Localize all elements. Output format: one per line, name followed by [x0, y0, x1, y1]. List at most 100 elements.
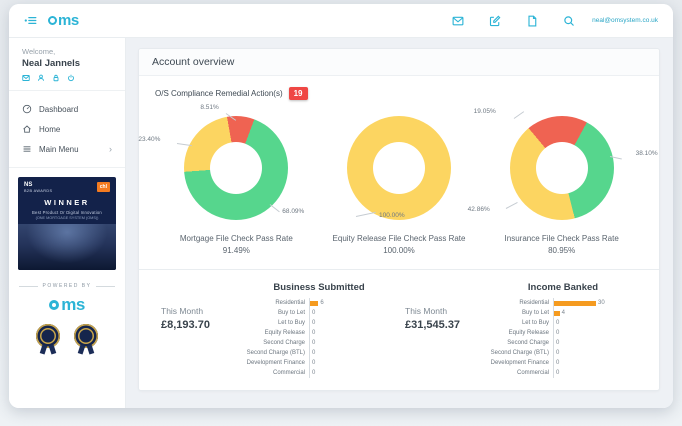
bar-value: 0 — [312, 350, 316, 356]
bar-value: 0 — [556, 360, 560, 366]
donut-chart-mortgage: 8.51% 68.09% 23.40% Mortgage File Check … — [138, 104, 318, 255]
bar-chart-title: Business Submitted — [273, 282, 365, 293]
oms-logo-o: o — [48, 16, 57, 25]
profile-icon[interactable] — [37, 74, 45, 82]
bar-row: Development Finance 0 — [245, 358, 393, 368]
bar-row: Equity Release 0 — [245, 328, 393, 338]
account-overview-card: Account overview O/S Compliance Remedial… — [138, 48, 660, 391]
lock-icon[interactable] — [52, 74, 60, 82]
bar-value: 0 — [312, 340, 316, 346]
donut-ring — [509, 116, 614, 220]
donut-charts-row: 8.51% 68.09% 23.40% Mortgage File Check … — [138, 104, 658, 255]
donut-plot: 19.05% 38.10% 42.86% — [468, 108, 658, 220]
card-body: O/S Compliance Remedial Action(s) 19 8.5… — [138, 76, 659, 390]
donut-chart-insurance: 19.05% 38.10% 42.86% Insurance File Chec… — [468, 108, 658, 255]
award-category-text: Best Product Or Digital Innovation — [32, 210, 102, 215]
bar-category-label: Second Charge — [263, 340, 305, 346]
donut-chart-equity-release: 100.00% Equity Release File Check Pass R… — [318, 116, 481, 255]
bar-value: 0 — [312, 310, 316, 316]
bar — [554, 310, 560, 316]
user-name: Neal Jannels — [22, 58, 81, 69]
bar-category-label: Second Charge — [507, 340, 549, 346]
powered-by: POWERED BY — [19, 283, 115, 289]
bar-value: 4 — [561, 310, 565, 316]
sidebar-item-label: Dashboard — [39, 104, 79, 114]
divider — [96, 285, 115, 287]
bar-category-label: Commercial — [272, 370, 305, 376]
user-quick-actions — [22, 74, 112, 82]
oms-logo: oms — [48, 12, 79, 29]
bar-category-label: Equity Release — [264, 330, 305, 336]
compliance-row: O/S Compliance Remedial Action(s) 19 — [155, 87, 643, 100]
sidebar-toggle-icon[interactable] — [24, 14, 37, 27]
bar-category-label: Commercial — [516, 370, 549, 376]
chevron-right-icon: › — [109, 143, 112, 154]
powered-by-label: POWERED BY — [42, 283, 92, 289]
donut-title: Equity Release File Check Pass Rate — [332, 234, 466, 243]
bar-category-label: Residential — [275, 300, 305, 306]
award-org-logo: NS — [24, 182, 33, 188]
period-amount: £8,193.70 — [161, 319, 210, 331]
donut-pass-rate: 100.00% — [383, 246, 415, 255]
mail-icon[interactable] — [452, 15, 464, 27]
search-icon[interactable] — [563, 15, 575, 27]
bar-category-label: Equity Release — [508, 330, 549, 336]
label-leader-line — [513, 111, 524, 119]
bar-value: 0 — [312, 320, 316, 326]
bar-row: Commercial 0 — [245, 368, 393, 378]
bar-row: Second Charge 0 — [245, 338, 393, 348]
main-content: Account overview O/S Compliance Remedial… — [126, 38, 673, 408]
divider — [9, 90, 125, 91]
donut-segment-label: 100.00% — [379, 212, 405, 219]
award-org-subtitle: B2B AWARDS — [24, 189, 53, 193]
period-label: This Month — [405, 306, 448, 316]
donut-ring — [347, 116, 451, 220]
sidebar-item-main-menu[interactable]: Main Menu › — [9, 139, 125, 159]
donut-segment-label: 42.86% — [467, 206, 490, 213]
bar-row: Residential 6 — [245, 298, 393, 308]
bar-value: 0 — [556, 350, 560, 356]
document-icon[interactable] — [526, 15, 538, 27]
sidebar-item-home[interactable]: Home — [9, 119, 125, 139]
bar-charts-row: This Month £8,193.70 Business Submitted … — [155, 282, 643, 378]
period-label: This Month — [161, 306, 204, 316]
bar-chart: Business Submitted Residential 6 Buy to Le… — [245, 282, 393, 378]
label-leader-line — [270, 204, 281, 213]
donut-plot: 100.00% — [347, 116, 451, 220]
award-sponsor-logo: chl — [96, 182, 110, 192]
bar-row: Commercial 0 — [489, 368, 637, 378]
edit-icon[interactable] — [489, 15, 501, 27]
bar-value: 6 — [320, 300, 324, 306]
compliance-count-badge[interactable]: 19 — [288, 87, 308, 100]
oms-footer-logo: oms — [9, 295, 125, 315]
donut-pass-rate: 91.49% — [222, 246, 250, 255]
period-amount: £31,545.37 — [405, 319, 461, 331]
compliance-label: O/S Compliance Remedial Action(s) — [155, 89, 283, 98]
bar — [554, 300, 596, 306]
bar — [310, 300, 319, 306]
bar-value: 30 — [598, 300, 605, 306]
bar-chart-plot: Residential 30 Buy to Let 4 Let to Buy 0 Equit… — [489, 298, 637, 378]
bar-row: Let to Buy 0 — [489, 318, 637, 328]
message-icon[interactable] — [22, 74, 30, 82]
divider — [139, 269, 659, 270]
award-ceremony-photo — [18, 224, 116, 270]
award-rosette-badge — [74, 324, 98, 348]
sidebar-item-dashboard[interactable]: Dashboard — [9, 99, 125, 119]
bar-value: 0 — [312, 370, 316, 376]
bar-row: Second Charge (BTL) 0 — [245, 348, 393, 358]
label-leader-line — [505, 201, 518, 209]
donut-segment-label: 8.51% — [200, 104, 219, 111]
period-summary: This Month £31,545.37 — [405, 282, 489, 378]
sidebar-item-label: Home — [39, 124, 61, 134]
award-product-text: (ONE MORTGAGE SYSTEM (OMS)) — [35, 216, 99, 220]
donut-segment-label: 68.09% — [282, 208, 305, 215]
donut-plot: 8.51% 68.09% 23.40% — [138, 104, 304, 220]
page-title: Account overview — [139, 49, 659, 76]
bar-row: Second Charge (BTL) 0 — [489, 348, 637, 358]
bar-category-label: Buy to Let — [277, 310, 305, 316]
user-email-link[interactable]: neal@omsystem.co.uk — [592, 17, 658, 24]
topbar-left: oms — [24, 12, 79, 29]
bar-category-label: Buy to Let — [521, 310, 549, 316]
logout-icon[interactable] — [67, 74, 75, 82]
